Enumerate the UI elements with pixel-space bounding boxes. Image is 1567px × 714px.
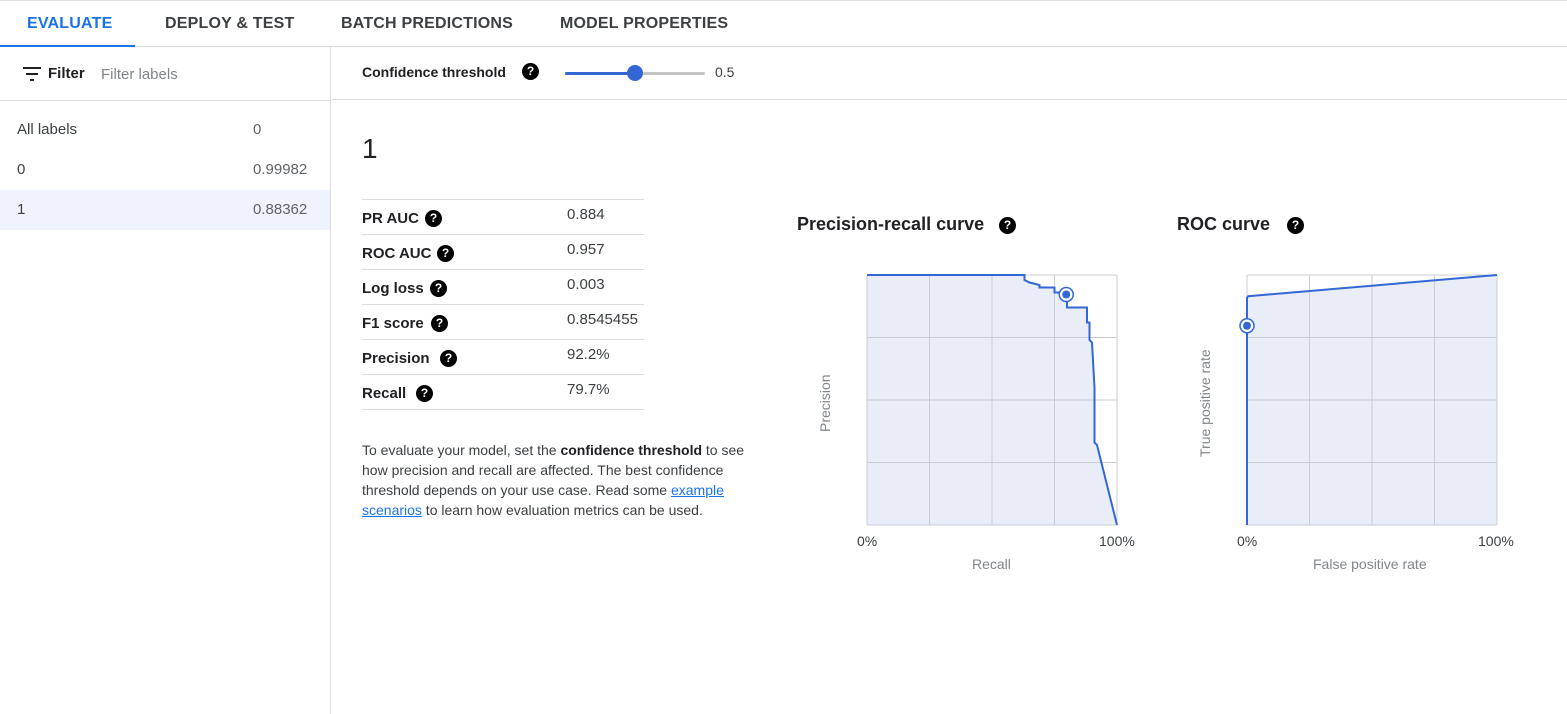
log-loss-help-icon[interactable]: ? xyxy=(430,280,447,297)
label-name: 1 xyxy=(17,201,26,218)
threshold-point xyxy=(1062,290,1071,299)
precision-help-icon[interactable]: ? xyxy=(440,350,457,367)
tab-bar: EVALUATE DEPLOY & TEST BATCH PREDICTIONS… xyxy=(0,0,1567,47)
metric-value: 0.8545455 xyxy=(567,311,638,328)
selected-label-title: 1 xyxy=(362,133,378,164)
pr-curve-chart xyxy=(866,274,1118,526)
roc-curve-chart xyxy=(1239,274,1498,526)
threshold-bar: Confidence threshold ? 0.5 xyxy=(332,47,1567,100)
filter-icon[interactable] xyxy=(23,67,41,81)
metric-row-log-loss: Log loss ? 0.003 xyxy=(362,270,644,305)
pr-chart-title: Precision-recall curve xyxy=(797,214,985,234)
evaluation-description: To evaluate your model, set the confiden… xyxy=(362,440,762,520)
metric-value: 92.2% xyxy=(567,346,610,363)
metric-name: F1 score xyxy=(362,315,424,332)
roc-auc-help-icon[interactable]: ? xyxy=(437,245,454,262)
metric-name: PR AUC xyxy=(362,210,419,227)
label-score: 0.99982 xyxy=(253,161,308,178)
roc-chart-help-icon[interactable]: ? xyxy=(1287,217,1304,234)
tab-batch-predictions[interactable]: BATCH PREDICTIONS xyxy=(341,1,513,47)
label-score: 0 xyxy=(253,121,262,138)
recall-help-icon[interactable]: ? xyxy=(416,385,433,402)
metric-row-recall: Recall ? 79.7% xyxy=(362,375,644,410)
metric-value: 0.003 xyxy=(567,276,605,293)
roc-y-axis-title: True positive rate xyxy=(1197,349,1213,457)
metric-name: Log loss xyxy=(362,280,424,297)
threshold-label: Confidence threshold xyxy=(362,64,506,80)
filter-labels-input[interactable] xyxy=(101,63,301,85)
roc-x-axis-title: False positive rate xyxy=(1313,556,1427,572)
f1-score-help-icon[interactable]: ? xyxy=(431,315,448,332)
tab-deploy-test[interactable]: DEPLOY & TEST xyxy=(165,1,294,47)
slider-thumb[interactable] xyxy=(627,65,643,81)
metric-row-f1-score: F1 score ? 0.8545455 xyxy=(362,305,644,340)
metrics-table: PR AUC ? 0.884 ROC AUC ? 0.957 Log loss … xyxy=(362,199,644,410)
pr-y-axis-title: Precision xyxy=(817,374,833,432)
filter-label[interactable]: Filter xyxy=(48,65,85,82)
threshold-help-icon[interactable]: ? xyxy=(522,63,539,80)
label-item-all[interactable]: All labels 0 xyxy=(0,110,330,150)
roc-chart-title: ROC curve xyxy=(1177,214,1271,234)
pr-x-tick-min: 0% xyxy=(857,533,878,549)
metric-name: Precision xyxy=(362,350,430,367)
threshold-value: 0.5 xyxy=(715,64,735,80)
metric-value: 79.7% xyxy=(567,381,610,398)
slider-fill xyxy=(565,72,635,75)
label-name: All labels xyxy=(17,121,78,138)
threshold-slider[interactable] xyxy=(565,65,705,81)
tab-evaluate[interactable]: EVALUATE xyxy=(27,1,112,47)
metric-name: ROC AUC xyxy=(362,245,432,262)
pr-chart-help-icon[interactable]: ? xyxy=(999,217,1016,234)
metric-row-roc-auc: ROC AUC ? 0.957 xyxy=(362,235,644,270)
metric-row-pr-auc: PR AUC ? 0.884 xyxy=(362,200,644,235)
description-text: To evaluate your model, set the xyxy=(362,442,561,458)
metric-value: 0.884 xyxy=(567,206,605,223)
label-item-0[interactable]: 0 0.99982 xyxy=(0,150,330,190)
tab-model-properties[interactable]: MODEL PROPERTIES xyxy=(560,1,728,47)
roc-x-tick-min: 0% xyxy=(1237,533,1258,549)
label-name: 0 xyxy=(17,161,26,178)
pr-x-axis-title: Recall xyxy=(972,556,1011,572)
label-item-1[interactable]: 1 0.88362 xyxy=(0,190,330,230)
label-score: 0.88362 xyxy=(253,201,308,218)
pr-auc-help-icon[interactable]: ? xyxy=(425,210,442,227)
labels-sidebar: Filter All labels 0 0 0.99982 1 0.88362 xyxy=(0,47,331,714)
description-text: to learn how evaluation metrics can be u… xyxy=(421,502,703,518)
description-bold: confidence threshold xyxy=(560,442,703,458)
roc-x-tick-max: 100% xyxy=(1478,533,1514,549)
pr-x-tick-max: 100% xyxy=(1099,533,1135,549)
metric-value: 0.957 xyxy=(567,241,605,258)
filter-bar: Filter xyxy=(0,47,330,101)
metric-row-precision: Precision ? 92.2% xyxy=(362,340,644,375)
metric-name: Recall xyxy=(362,385,407,402)
threshold-point xyxy=(1243,321,1251,330)
